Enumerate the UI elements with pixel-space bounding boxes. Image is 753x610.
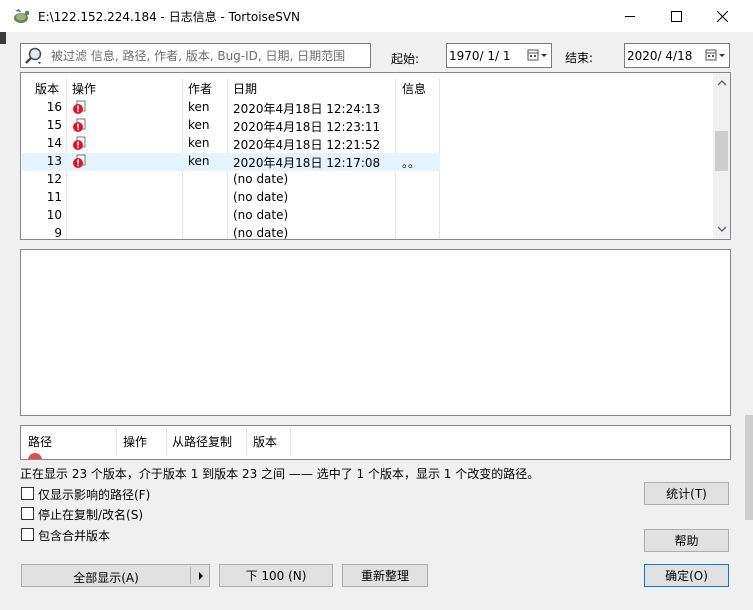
column-header-copy-from[interactable]: 从路径复制 <box>172 433 232 450</box>
revision-list[interactable]: 版本 操作 作者 日期 信息 16 ken 2020年4月18日 12:24:13 1… <box>20 72 731 240</box>
close-button[interactable] <box>699 0 745 32</box>
scroll-down-icon[interactable] <box>717 225 727 233</box>
calendar-dropdown-icon[interactable] <box>705 48 727 63</box>
column-separator <box>116 428 117 456</box>
revision-number: 12 <box>46 172 62 186</box>
window-edge <box>745 38 753 610</box>
revision-number: 11 <box>46 190 62 204</box>
revision-number: 9 <box>54 226 62 240</box>
date-cell: (no date) <box>233 226 289 240</box>
date-cell: 2020年4月18日 12:23:11 <box>233 120 381 134</box>
outer-scrollbar-thumb[interactable] <box>745 415 753 520</box>
modified-file-icon <box>73 118 86 132</box>
minimize-button[interactable] <box>607 0 653 32</box>
table-row[interactable]: 10 (no date) <box>22 207 440 225</box>
date-cell: 2020年4月18日 12:21:52 <box>233 138 381 152</box>
maximize-icon <box>670 10 682 22</box>
end-date-value: 2020/ 4/18 <box>627 49 693 63</box>
window-title: E:\122.152.224.184 - 日志信息 - TortoiseSVN <box>38 10 301 24</box>
author-cell: ken <box>188 154 210 168</box>
next-100-button[interactable]: 下 100 (N) <box>219 564 333 587</box>
show-all-split-button[interactable]: 全部显示(A) <box>21 564 210 587</box>
stop-on-copy-checkbox[interactable] <box>21 507 34 520</box>
scrollbar-thumb[interactable] <box>715 131 728 171</box>
table-row[interactable]: 11 (no date) <box>22 189 440 207</box>
statistics-button[interactable]: 统计(T) <box>644 482 729 505</box>
log-message-panel[interactable] <box>20 249 731 416</box>
message-cell: 。。 <box>402 156 421 170</box>
title-bar: E:\122.152.224.184 - 日志信息 - TortoiseSVN <box>0 0 753 32</box>
author-cell: ken <box>188 100 210 114</box>
modified-file-icon <box>73 154 86 168</box>
end-date-picker[interactable]: 2020/ 4/18 <box>624 43 730 68</box>
column-header-path-action[interactable]: 操作 <box>123 433 147 450</box>
column-header-actions[interactable]: 操作 <box>72 80 96 97</box>
revision-number: 13 <box>46 154 62 168</box>
date-cell: (no date) <box>233 190 289 204</box>
table-row[interactable]: 15 ken 2020年4月18日 12:23:11 <box>22 117 440 135</box>
show-all-label[interactable]: 全部显示(A) <box>22 569 190 586</box>
start-date-value: 1970/ 1/ 1 <box>449 49 511 63</box>
date-cell: 2020年4月18日 12:17:08 <box>233 156 381 170</box>
column-header-revision[interactable]: 版本 <box>35 80 59 97</box>
tortoisesvn-icon <box>14 9 30 23</box>
revision-number: 16 <box>46 100 62 114</box>
close-icon <box>716 10 728 22</box>
include-merged-checkbox[interactable] <box>21 528 34 541</box>
table-row[interactable]: 12 (no date) <box>22 171 440 189</box>
table-row[interactable]: 16 ken 2020年4月18日 12:24:13 <box>22 99 440 117</box>
scroll-up-icon[interactable] <box>717 79 727 87</box>
modified-file-icon <box>73 136 86 150</box>
filter-box[interactable] <box>20 43 371 68</box>
column-header-path[interactable]: 路径 <box>28 433 52 450</box>
revision-list-scrollbar[interactable] <box>713 73 730 239</box>
revision-number: 10 <box>46 208 62 222</box>
affected-paths-label[interactable]: 仅显示影响的路径(F) <box>38 486 150 503</box>
column-separator <box>166 428 167 456</box>
table-row[interactable]: 13 ken 2020年4月18日 12:17:08 。。 <box>22 153 440 171</box>
column-header-date[interactable]: 日期 <box>233 80 257 97</box>
modified-path-icon <box>28 453 42 459</box>
author-cell: ken <box>188 136 210 150</box>
column-header-author[interactable]: 作者 <box>188 80 212 97</box>
author-cell: ken <box>188 118 210 132</box>
column-separator <box>290 428 291 456</box>
table-row[interactable]: 9 (no date) <box>22 225 440 240</box>
modified-file-icon <box>73 100 86 114</box>
revision-number: 15 <box>46 118 62 132</box>
column-separator <box>246 428 247 456</box>
help-button[interactable]: 帮助 <box>644 529 729 552</box>
status-text: 正在显示 23 个版本，介于版本 1 到版本 23 之间 —— 选中了 1 个版… <box>20 467 540 481</box>
include-merged-label[interactable]: 包含合并版本 <box>38 527 110 544</box>
stop-on-copy-label[interactable]: 停止在复制/改名(S) <box>38 506 143 523</box>
split-separator <box>190 567 191 584</box>
minimize-icon <box>624 15 635 17</box>
maximize-button[interactable] <box>653 0 699 32</box>
column-header-path-revision[interactable]: 版本 <box>253 433 277 450</box>
column-header-message[interactable]: 信息 <box>402 80 426 97</box>
start-label: 起始: <box>391 52 420 66</box>
end-label: 结束: <box>565 51 594 65</box>
chevron-right-icon[interactable] <box>198 572 204 580</box>
start-date-picker[interactable]: 1970/ 1/ 1 <box>446 43 552 68</box>
window-shadow <box>0 32 6 44</box>
calendar-dropdown-icon[interactable] <box>527 48 549 63</box>
magnifier-icon[interactable] <box>24 46 44 66</box>
table-row[interactable]: 14 ken 2020年4月18日 12:21:52 <box>22 135 440 153</box>
refresh-button[interactable]: 重新整理 <box>342 564 428 587</box>
date-cell: (no date) <box>233 208 289 222</box>
changed-paths-list[interactable]: 路径 操作 从路径复制 版本 <box>20 425 731 460</box>
date-cell: (no date) <box>233 172 289 186</box>
revision-number: 14 <box>46 136 62 150</box>
date-cell: 2020年4月18日 12:24:13 <box>233 102 381 116</box>
affected-paths-checkbox[interactable] <box>21 487 34 500</box>
filter-input[interactable] <box>51 46 366 65</box>
ok-button[interactable]: 确定(O) <box>644 564 729 587</box>
